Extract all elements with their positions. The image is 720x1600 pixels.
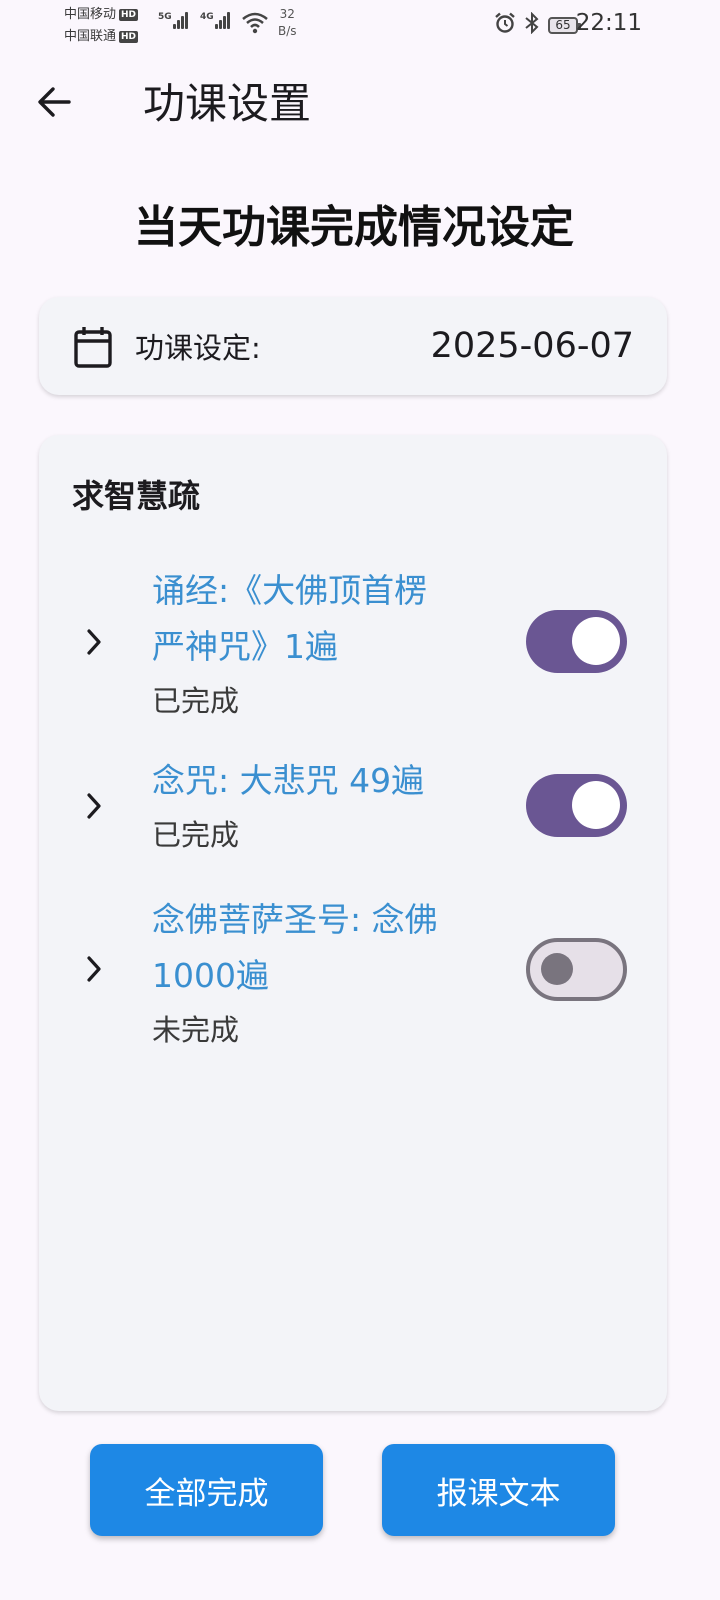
- section-title: 求智慧疏: [72, 477, 201, 515]
- battery-icon: 65: [548, 16, 581, 34]
- app-bar-title: 功课设置: [143, 79, 312, 128]
- toggle-knob: [572, 617, 620, 665]
- task-title: 念佛菩萨圣号: 念佛: [152, 900, 438, 939]
- network-speed-unit: B/s: [278, 24, 297, 38]
- page-heading: 当天功课完成情况设定: [134, 202, 574, 253]
- chevron-right-icon[interactable]: [83, 954, 105, 984]
- task-row[interactable]: 念佛菩萨圣号: 念佛 1000遍 未完成: [39, 892, 667, 1052]
- clock: 22:11: [575, 10, 642, 36]
- status-icons: 65: [494, 11, 581, 38]
- task-row[interactable]: 诵经:《大佛顶首楞 严神咒》1遍 已完成: [39, 563, 667, 723]
- task-text: 念咒: 大悲咒 49遍 已完成: [152, 753, 482, 855]
- complete-all-button[interactable]: 全部完成: [90, 1444, 323, 1536]
- bluetooth-icon: [524, 11, 540, 38]
- task-text: 诵经:《大佛顶首楞 严神咒》1遍 已完成: [152, 563, 482, 721]
- carrier-info: 中国移动 HD 中国联通 HD: [64, 4, 139, 48]
- toggle-knob: [572, 781, 620, 829]
- task-status: 已完成: [152, 684, 240, 718]
- signal-4g-label: 4G: [200, 12, 214, 22]
- completion-toggle[interactable]: [526, 774, 627, 837]
- completion-toggle[interactable]: [526, 610, 627, 673]
- signal-5g-label: 5G: [158, 12, 172, 22]
- task-title: 诵经:《大佛顶首楞: [152, 571, 428, 610]
- task-status: 已完成: [152, 818, 240, 852]
- toggle-knob: [541, 953, 573, 985]
- carrier-2-name: 中国联通: [64, 29, 117, 44]
- task-text: 念佛菩萨圣号: 念佛 1000遍 未完成: [152, 892, 482, 1050]
- signal-5g-icon: 5G: [158, 12, 189, 29]
- back-button[interactable]: [28, 80, 80, 128]
- date-label: 功课设定:: [135, 331, 261, 365]
- hd-badge: HD: [119, 9, 139, 21]
- wifi-icon: [242, 12, 268, 38]
- network-speed: 32 B/s: [278, 6, 297, 40]
- tasks-card: 求智慧疏 诵经:《大佛顶首楞 严神咒》1遍 已完成 念咒: 大悲咒 49遍 已完…: [39, 435, 667, 1411]
- chevron-right-icon[interactable]: [83, 627, 105, 657]
- carrier-1-name: 中国移动: [64, 7, 117, 22]
- date-value: 2025-06-07: [430, 326, 634, 366]
- signal-4g-icon: 4G: [200, 12, 231, 29]
- task-status: 未完成: [152, 1013, 240, 1047]
- task-row[interactable]: 念咒: 大悲咒 49遍 已完成: [39, 753, 667, 857]
- status-bar: 中国移动 HD 中国联通 HD 5G 4G 32 B/s 65 22:11: [0, 0, 720, 52]
- calendar-icon: [73, 325, 113, 373]
- completion-toggle[interactable]: [526, 938, 627, 1001]
- alarm-icon: [494, 12, 516, 38]
- arrow-left-icon: [36, 86, 72, 122]
- date-picker-card[interactable]: 功课设定: 2025-06-07: [39, 297, 667, 395]
- chevron-right-icon[interactable]: [83, 791, 105, 821]
- network-speed-value: 32: [279, 7, 295, 21]
- hd-badge: HD: [119, 31, 139, 43]
- task-title: 念咒: 大悲咒 49遍: [152, 761, 425, 800]
- report-text-button[interactable]: 报课文本: [382, 1444, 615, 1536]
- task-title: 严神咒》1遍: [152, 627, 338, 666]
- task-title: 1000遍: [152, 956, 269, 995]
